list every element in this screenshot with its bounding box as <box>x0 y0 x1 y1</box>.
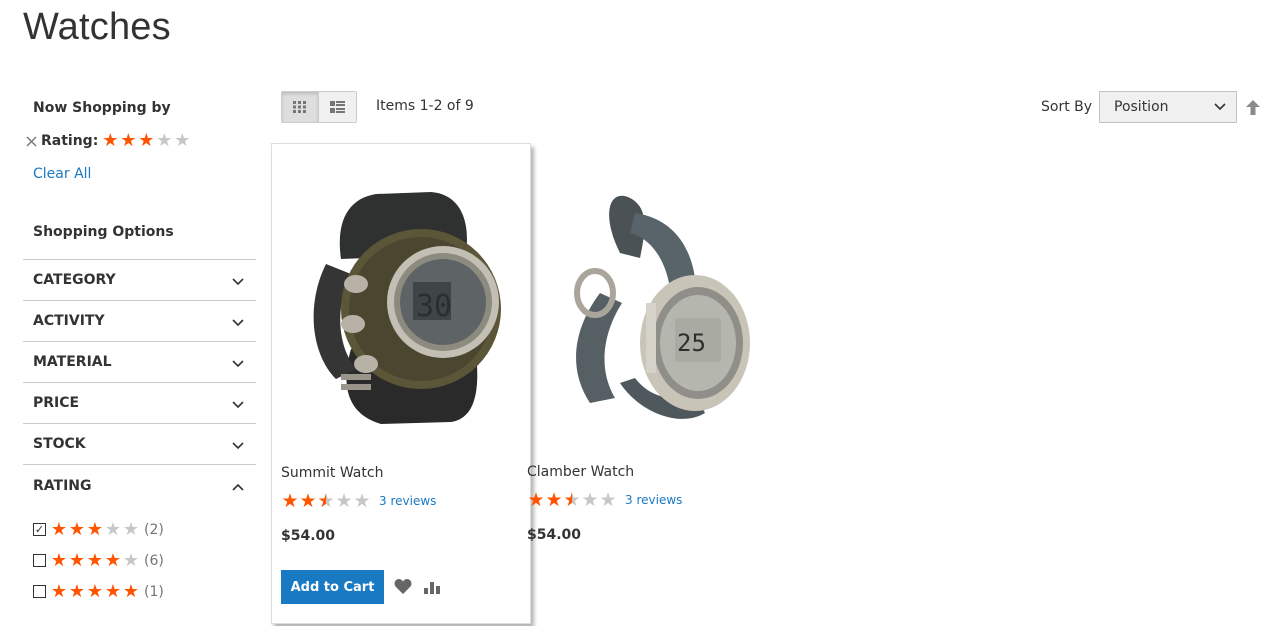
facet-category[interactable]: Category <box>23 260 256 301</box>
chevron-down-icon <box>232 394 244 413</box>
star-icon: ★ <box>299 490 317 512</box>
facet-label: Category <box>33 272 116 288</box>
add-to-cart-button[interactable]: Add to Cart <box>281 570 384 604</box>
star-icon: ★ <box>50 549 68 571</box>
rating-count: (1) <box>144 583 164 600</box>
chevron-down-icon <box>1214 99 1226 115</box>
reviews-link[interactable]: 3 reviews <box>625 493 682 507</box>
product-rating: ★ ★ ★ ★ ★ 3 reviews <box>281 490 436 512</box>
star-half-icon: ★ <box>317 490 335 512</box>
facet-label: Rating <box>33 477 92 494</box>
rating-option-5[interactable]: ★ ★ ★ ★ ★ (1) <box>33 576 256 607</box>
product-name[interactable]: Summit Watch <box>281 465 383 481</box>
product-image-summit-watch[interactable]: 30 <box>281 174 521 444</box>
facet-price[interactable]: Price <box>23 383 256 424</box>
page-title: Watches <box>23 6 171 48</box>
star-icon: ★ <box>138 130 155 151</box>
product-actions: Add to Cart <box>281 570 440 604</box>
star-half-icon: ★ <box>563 489 581 511</box>
star-icon: ★ <box>281 490 299 512</box>
facet-label: Price <box>33 395 80 411</box>
compare-icon[interactable] <box>424 580 440 594</box>
chevron-down-icon <box>232 353 244 372</box>
star-icon: ★ <box>353 490 371 512</box>
facet-stock[interactable]: Stock <box>23 424 256 465</box>
star-icon: ★ <box>335 490 353 512</box>
star-icon: ★ <box>104 549 122 571</box>
star-icon: ★ <box>122 549 140 571</box>
svg-text:25: 25 <box>677 329 706 357</box>
rating-count: (6) <box>144 552 164 569</box>
rating-stars: ★ ★ ★ ★ ★ <box>50 518 140 540</box>
star-icon: ★ <box>174 130 191 151</box>
heart-icon[interactable] <box>394 579 412 595</box>
product-item[interactable]: 30 Summit Watch ★ ★ ★ ★ ★ 3 reviews $54.… <box>271 143 531 624</box>
product-item[interactable]: 25 Clamber Watch ★ ★ ★ ★ ★ 3 reviews $54… <box>518 143 778 613</box>
facet-label: Stock <box>33 436 86 452</box>
sort-by-label: Sort By <box>1041 99 1093 115</box>
list-view-icon[interactable] <box>319 92 356 122</box>
now-shopping-title: Now Shopping by <box>33 100 171 116</box>
remove-filter-icon[interactable] <box>23 133 39 149</box>
star-icon: ★ <box>599 489 617 511</box>
sort-direction-arrow-up-icon[interactable] <box>1246 100 1260 119</box>
star-icon: ★ <box>68 549 86 571</box>
rating-count: (2) <box>144 521 164 538</box>
view-mode-switch <box>281 91 357 123</box>
grid-view-icon[interactable] <box>282 92 319 122</box>
rating-stars: ★ ★ ★ ★ ★ <box>281 490 371 512</box>
facet-rating[interactable]: Rating <box>23 465 256 506</box>
star-icon: ★ <box>156 130 173 151</box>
facet-label: Material <box>33 354 112 370</box>
star-icon: ★ <box>527 489 545 511</box>
star-icon: ★ <box>68 580 86 602</box>
sort-by-select[interactable]: Position <box>1099 91 1237 123</box>
star-icon: ★ <box>86 580 104 602</box>
facet-material[interactable]: Material <box>23 342 256 383</box>
star-icon: ★ <box>581 489 599 511</box>
active-filter: Rating: ★ ★ ★ ★ ★ <box>23 132 191 150</box>
product-price: $54.00 <box>281 528 336 544</box>
rating-stars: ★ ★ ★ ★ ★ <box>50 580 140 602</box>
star-icon: ★ <box>104 580 122 602</box>
chevron-down-icon <box>232 312 244 331</box>
rating-option-4[interactable]: ★ ★ ★ ★ ★ (6) <box>33 545 256 576</box>
active-filter-label: Rating: <box>41 133 99 149</box>
facet-activity[interactable]: Activity <box>23 301 256 342</box>
star-icon: ★ <box>122 580 140 602</box>
sort-by-value: Position <box>1114 99 1169 115</box>
rating-options: ✓ ★ ★ ★ ★ ★ (2) ★ ★ ★ ★ ★ (6) ★ ★ ★ ★ ★ … <box>23 506 256 607</box>
star-icon: ★ <box>122 518 140 540</box>
star-icon: ★ <box>104 518 122 540</box>
clear-all-link[interactable]: Clear All <box>33 166 91 182</box>
product-name[interactable]: Clamber Watch <box>527 464 634 480</box>
product-rating: ★ ★ ★ ★ ★ 3 reviews <box>527 489 682 511</box>
active-filter-stars: ★ ★ ★ ★ ★ <box>101 132 191 150</box>
reviews-link[interactable]: 3 reviews <box>379 494 436 508</box>
star-icon: ★ <box>68 518 86 540</box>
star-icon: ★ <box>120 130 137 151</box>
rating-stars: ★ ★ ★ ★ ★ <box>50 549 140 571</box>
star-icon: ★ <box>50 580 68 602</box>
rating-stars: ★ ★ ★ ★ ★ <box>527 489 617 511</box>
star-icon: ★ <box>102 130 119 151</box>
shopping-options-title: Shopping Options <box>33 224 174 240</box>
toolbar-amount: Items 1-2 of 9 <box>376 98 474 114</box>
star-icon: ★ <box>86 518 104 540</box>
star-icon: ★ <box>86 549 104 571</box>
chevron-up-icon <box>232 476 244 495</box>
chevron-down-icon <box>232 271 244 290</box>
facet-label: Activity <box>33 313 105 329</box>
checkbox[interactable] <box>33 554 46 567</box>
star-icon: ★ <box>50 518 68 540</box>
filter-facets: Category Activity Material Price Stock R… <box>23 259 256 607</box>
checkbox[interactable] <box>33 585 46 598</box>
product-image-clamber-watch[interactable]: 25 <box>530 173 770 443</box>
star-icon: ★ <box>545 489 563 511</box>
rating-option-3[interactable]: ✓ ★ ★ ★ ★ ★ (2) <box>33 514 256 545</box>
chevron-down-icon <box>232 435 244 454</box>
checkbox-checked[interactable]: ✓ <box>33 523 46 536</box>
svg-text:30: 30 <box>416 289 452 324</box>
product-price: $54.00 <box>527 527 582 543</box>
